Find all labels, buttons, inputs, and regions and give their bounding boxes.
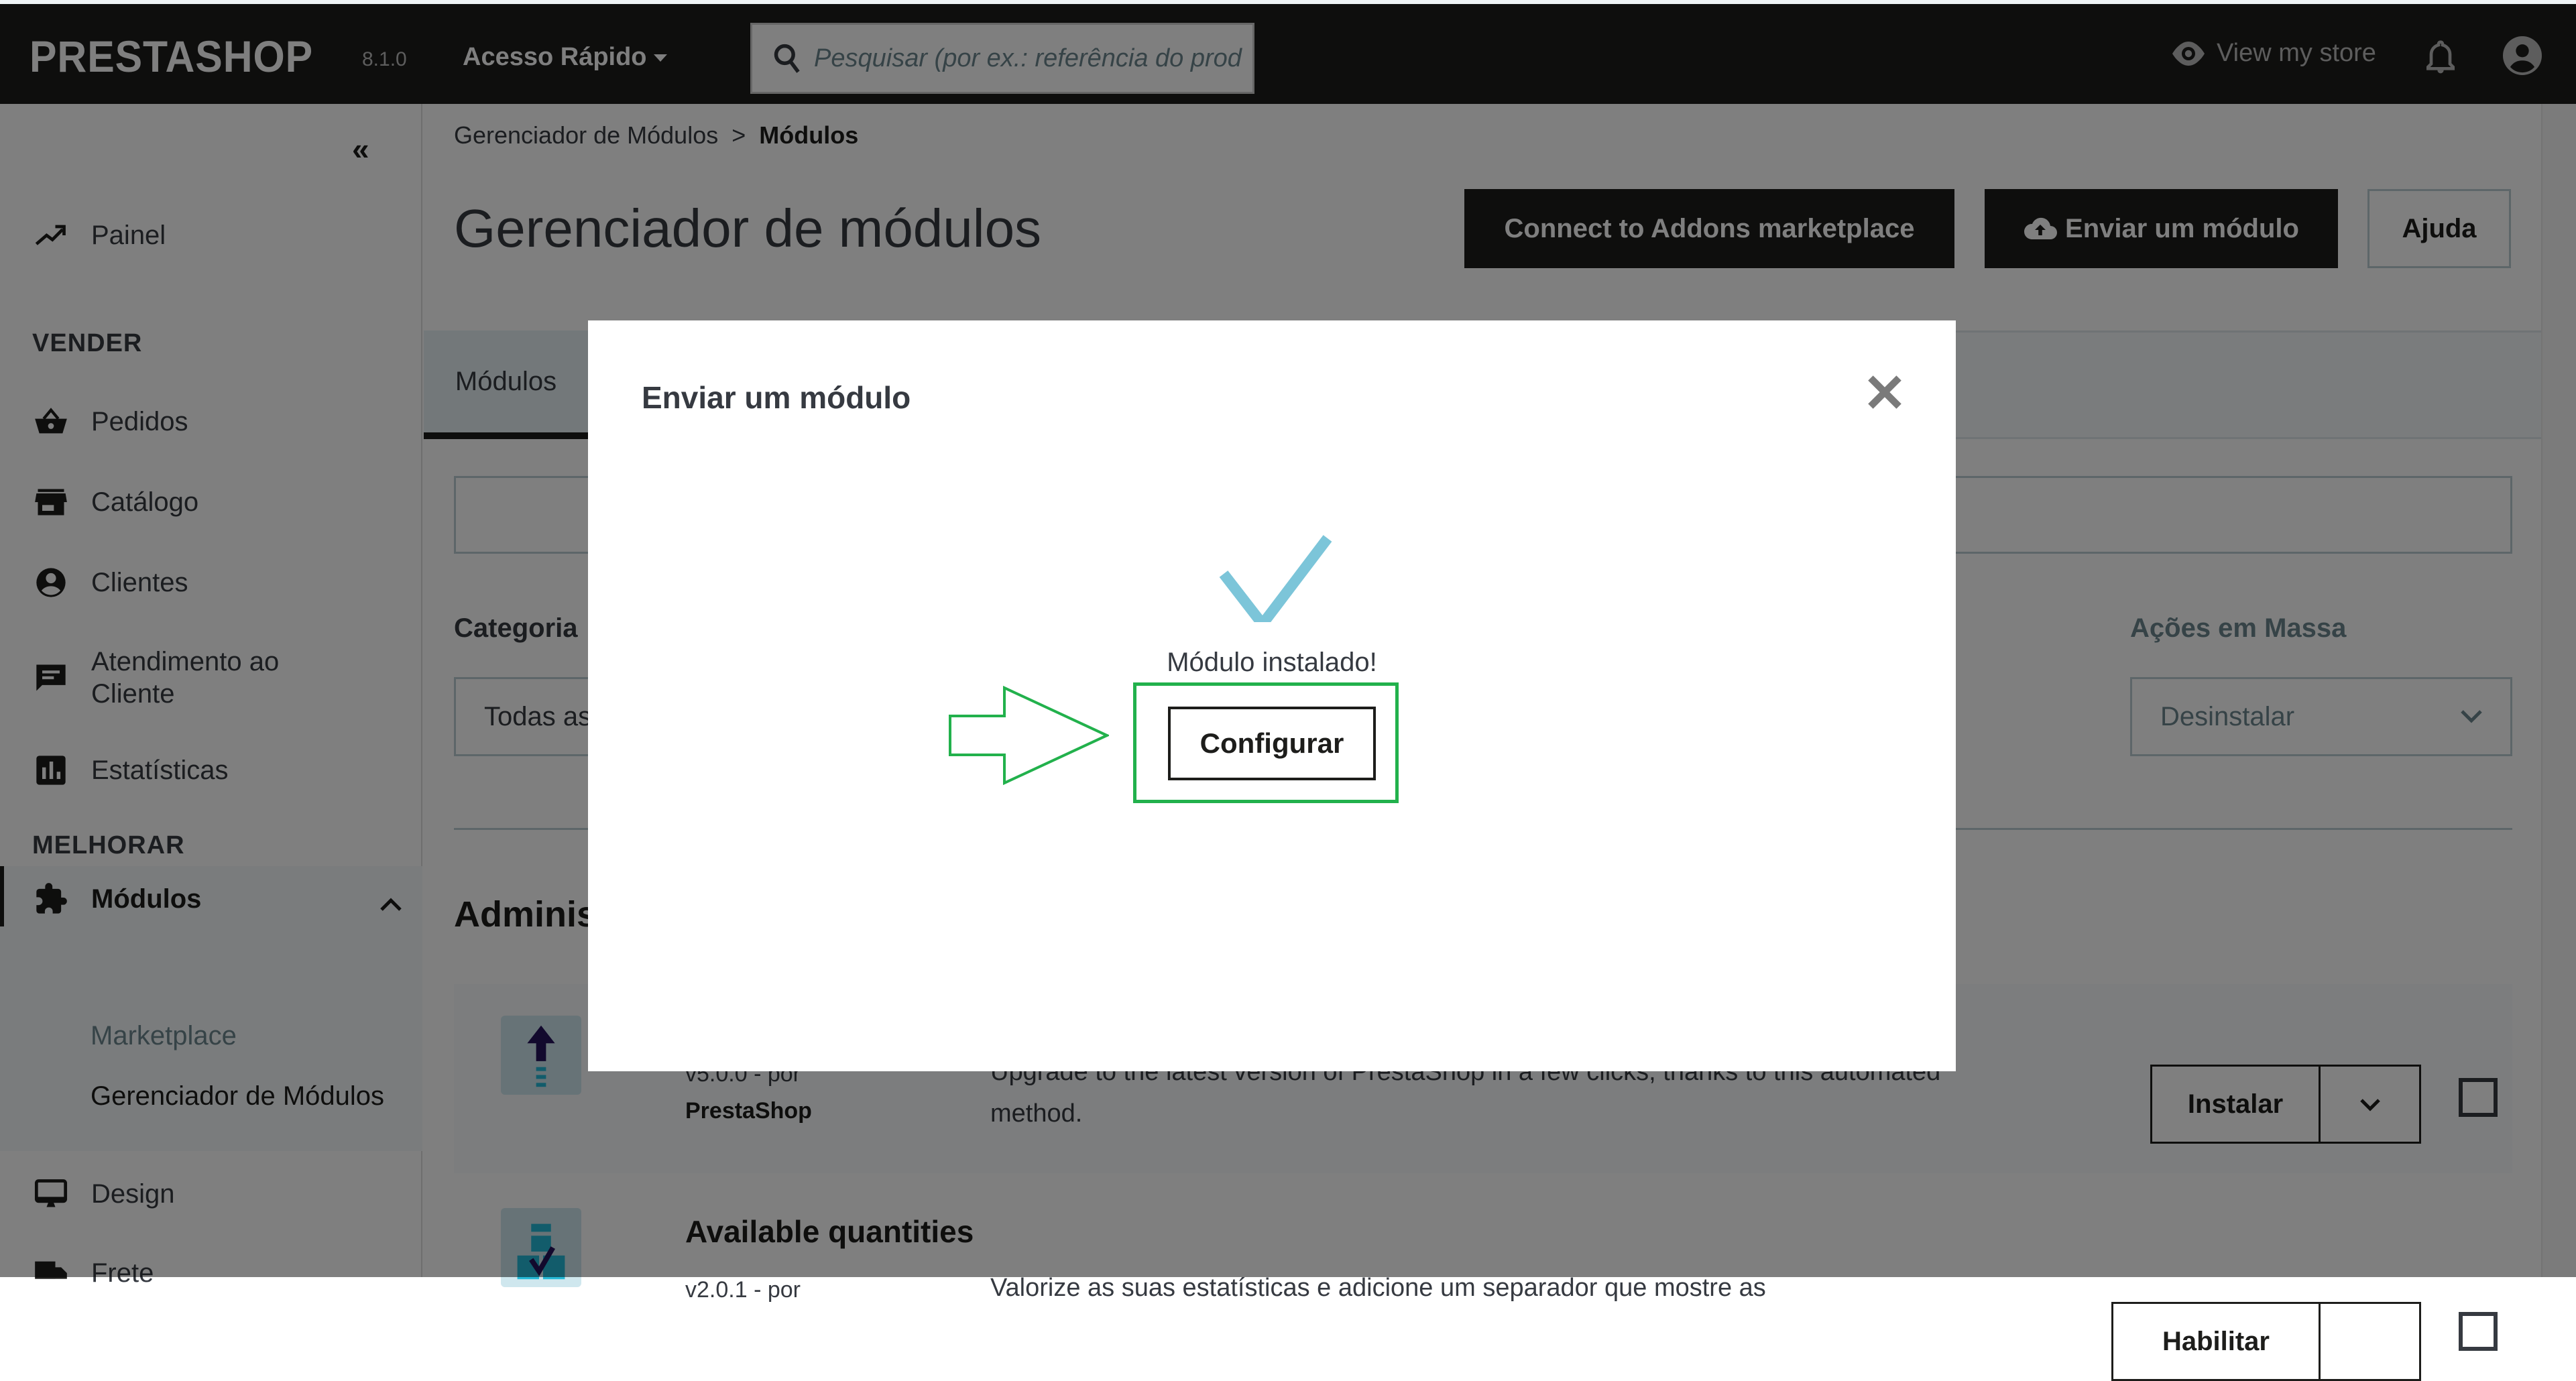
- install-success-message: Módulo instalado!: [1167, 648, 1377, 677]
- module-actions-dropdown[interactable]: [2321, 1304, 2419, 1379]
- arrow-right-annotation-icon: [949, 686, 1109, 785]
- enable-button[interactable]: Habilitar: [2113, 1304, 2321, 1379]
- button-label: Habilitar: [2162, 1326, 2270, 1356]
- modal-title: Enviar um módulo: [642, 380, 911, 415]
- upload-module-modal: Enviar um módulo Módulo instalado! Confi…: [588, 320, 1956, 1071]
- module-action-split-button: Habilitar: [2111, 1302, 2421, 1381]
- module-version: v2.0.1 - por: [685, 1277, 801, 1303]
- configure-button[interactable]: Configurar: [1168, 707, 1376, 780]
- checkmark-icon: [1219, 535, 1332, 622]
- close-icon[interactable]: [1865, 373, 1904, 412]
- module-select-checkbox[interactable]: [2459, 1312, 2498, 1351]
